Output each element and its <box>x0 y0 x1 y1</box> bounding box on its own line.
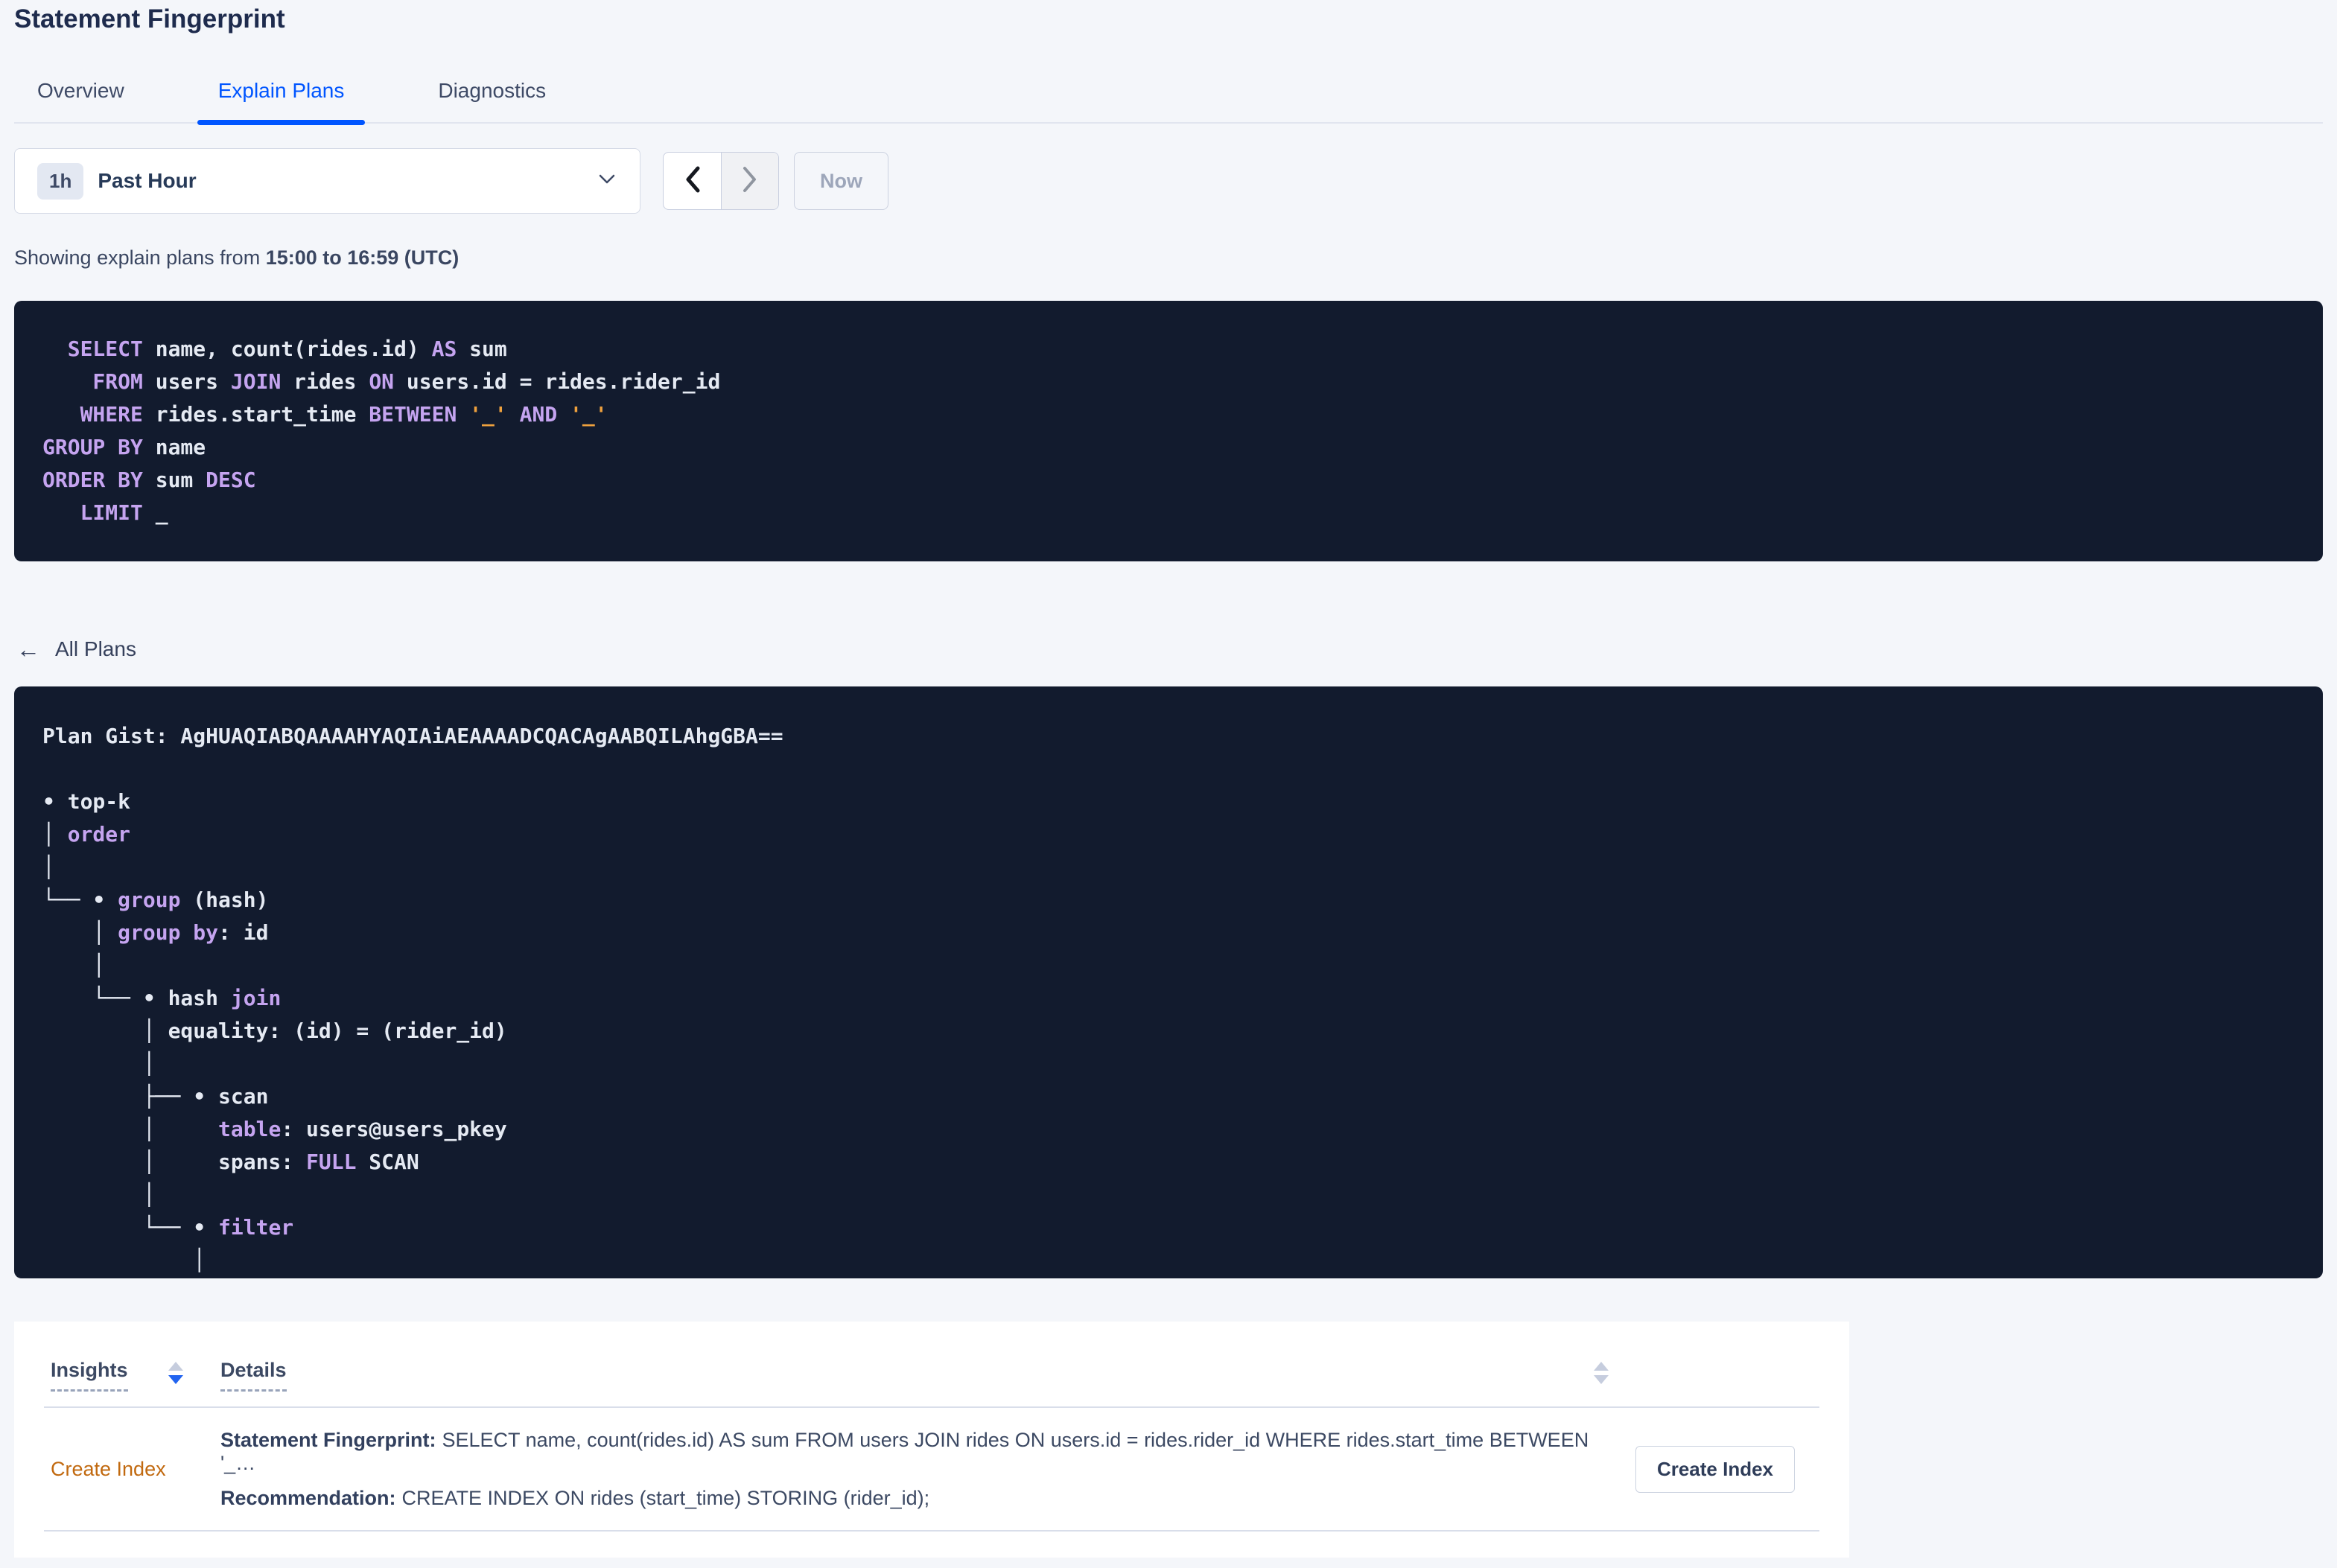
details-fingerprint: Statement Fingerprint: SELECT name, count… <box>220 1429 1603 1475</box>
tab-diagnostics[interactable]: Diagnostics <box>417 79 567 122</box>
plan-gist: Plan Gist: AgHUAQIABQAAAAHYAQIAiAEAAAADC… <box>42 724 783 748</box>
next-time-button[interactable] <box>721 153 778 209</box>
insights-table-header: Insights Details <box>44 1322 1819 1408</box>
sort-caret-up-icon <box>168 1362 183 1371</box>
chevron-right-icon <box>741 165 759 197</box>
prev-time-button[interactable] <box>664 153 721 209</box>
sort-caret-down-icon <box>1594 1375 1609 1384</box>
showing-range: 15:00 to 16:59 (UTC) <box>265 246 460 269</box>
details-fingerprint-label: Statement Fingerprint: <box>220 1428 436 1451</box>
tab-overview[interactable]: Overview <box>16 79 145 122</box>
column-header-details[interactable]: Details <box>220 1359 1618 1392</box>
details-sort-control[interactable] <box>1594 1362 1609 1384</box>
showing-prefix: Showing explain plans from <box>14 246 266 269</box>
tab-bar: Overview Explain Plans Diagnostics <box>14 79 2323 125</box>
insights-table: Insights Details Create Index Statement … <box>14 1322 1849 1558</box>
insight-details-cell: Statement Fingerprint: SELECT name, count… <box>220 1429 1618 1510</box>
arrow-left-icon: ← <box>16 636 40 663</box>
sql-panel: SELECT name, count(rides.id) AS sum FROM… <box>14 301 2323 561</box>
insights-sort-control[interactable] <box>168 1362 183 1384</box>
chevron-left-icon <box>684 165 702 197</box>
details-header-label[interactable]: Details <box>220 1359 287 1392</box>
time-toolbar: 1h Past Hour Now <box>14 148 2323 214</box>
details-recommendation: Recommendation: CREATE INDEX ON rides (st… <box>220 1487 1603 1510</box>
table-row: Create Index Statement Fingerprint: SELEC… <box>44 1408 1819 1532</box>
plan-tree: • top-k │ order │ └── • group (hash) │ grou… <box>42 789 507 1272</box>
insight-create-index-link[interactable]: Create Index <box>51 1458 220 1481</box>
insight-action-cell: Create Index <box>1618 1445 1813 1493</box>
column-header-insights[interactable]: Insights <box>51 1359 220 1392</box>
details-recommendation-text: CREATE INDEX ON rides (start_time) STORI… <box>401 1486 930 1509</box>
tab-explain-plans[interactable]: Explain Plans <box>197 79 366 125</box>
create-index-button[interactable]: Create Index <box>1635 1445 1796 1493</box>
insights-header-label[interactable]: Insights <box>51 1359 128 1392</box>
sort-caret-up-icon <box>1594 1362 1609 1371</box>
time-range-label: Past Hour <box>98 169 197 192</box>
sql-code: SELECT name, count(rides.id) AS sum FROM… <box>42 337 721 525</box>
time-range-badge: 1h <box>37 162 84 200</box>
details-recommendation-label: Recommendation: <box>220 1486 396 1509</box>
plan-panel: Plan Gist: AgHUAQIABQAAAAHYAQIAiAEAAAADC… <box>14 686 2323 1278</box>
all-plans-link[interactable]: ← All Plans <box>16 637 136 661</box>
page-title: Statement Fingerprint <box>14 4 285 34</box>
now-button[interactable]: Now <box>794 152 888 210</box>
chevron-down-icon <box>597 172 617 191</box>
all-plans-label: All Plans <box>55 637 136 660</box>
time-nav-group <box>663 152 779 210</box>
time-range-select[interactable]: 1h Past Hour <box>14 148 640 214</box>
sort-caret-down-icon <box>168 1375 183 1384</box>
showing-range-text: Showing explain plans from 15:00 to 16:5… <box>14 246 2323 270</box>
